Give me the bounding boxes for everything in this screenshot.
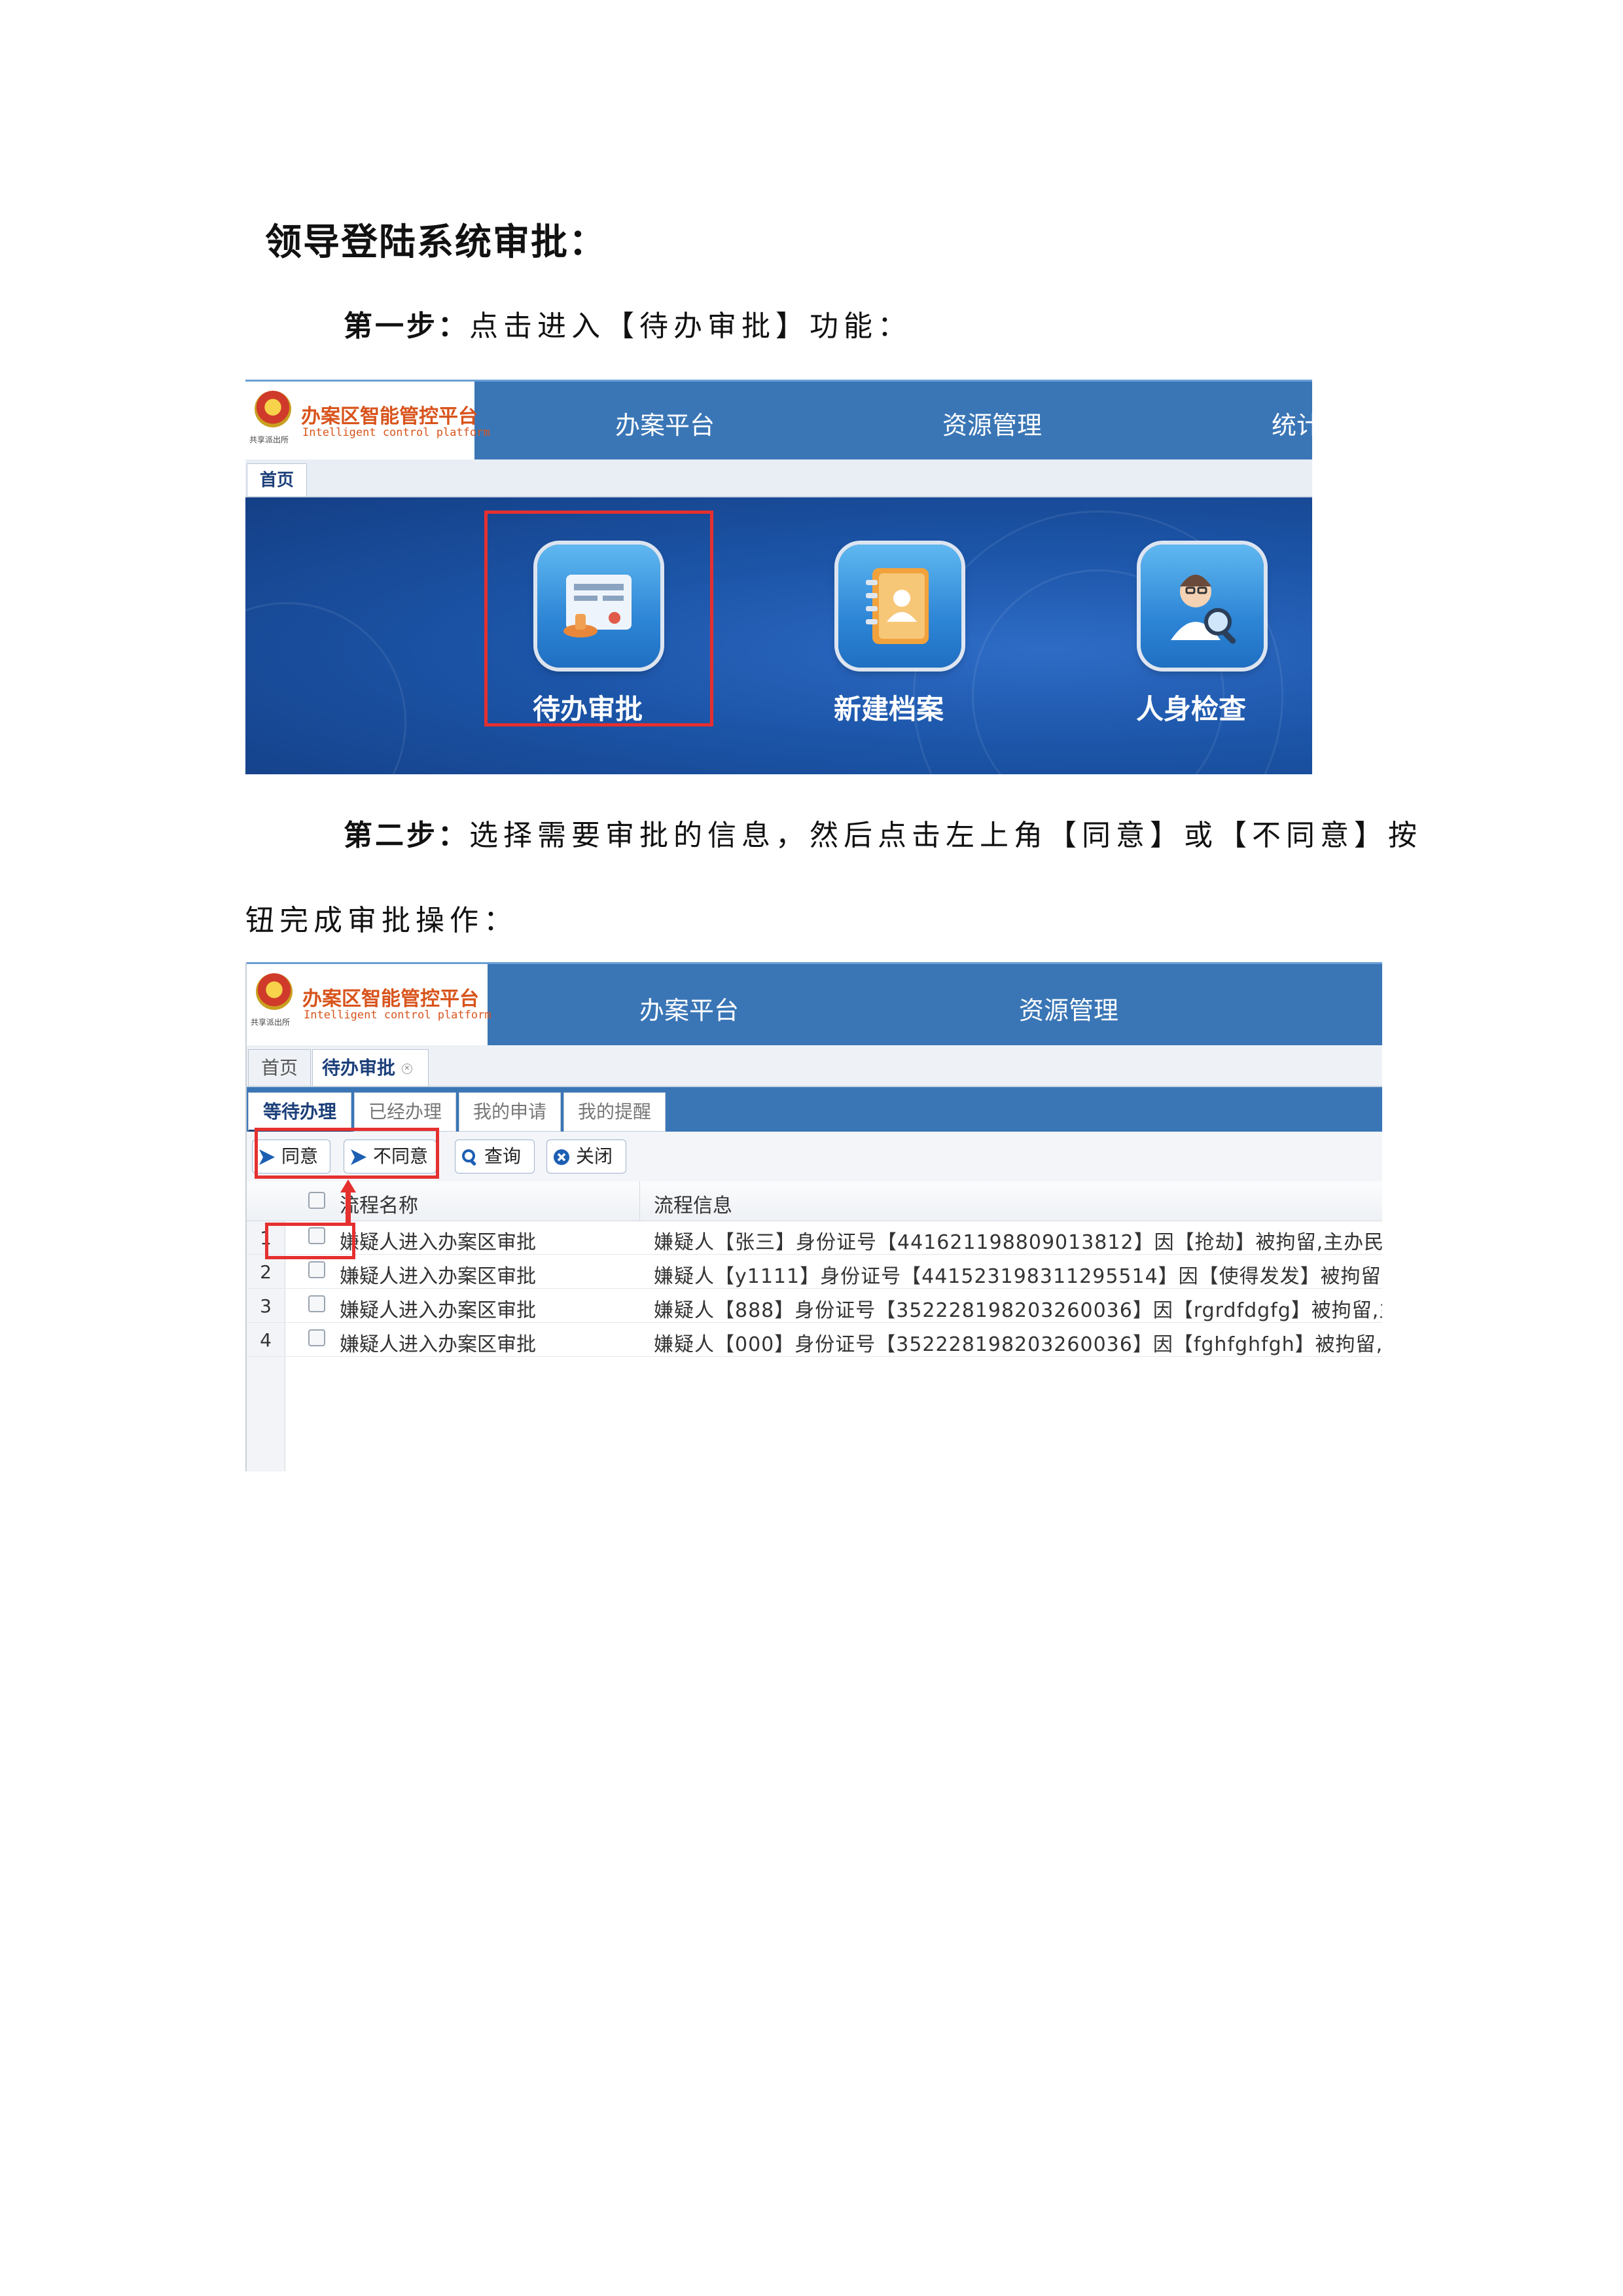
home-dashboard: 待办审批 新建档案 人身检查 — [245, 497, 1312, 774]
nav-resource-management[interactable]: 资源管理 — [942, 405, 1042, 441]
logo-subtitle: Intelligent control platform — [304, 1009, 491, 1022]
highlight-frame — [484, 511, 713, 726]
close-label: 关闭 — [576, 1145, 613, 1167]
screenshot-home: 共享派出所 办案区智能管控平台 Intelligent control plat… — [245, 380, 1312, 774]
step1-prefix: 第一步： — [344, 310, 469, 343]
emblem-caption: 共享派出所 — [249, 435, 289, 444]
screenshot-approval-list: 共享派出所 办案区智能管控平台 Intelligent control plat… — [245, 962, 1382, 1471]
background-seal-decoration — [245, 602, 406, 774]
tab-home[interactable]: 首页 — [247, 463, 307, 496]
row-number: 3 — [260, 1295, 272, 1317]
tab-bar: 首页 — [245, 459, 1312, 497]
app-header: 共享派出所 办案区智能管控平台 Intelligent control plat… — [245, 380, 1312, 460]
process-name-cell: 嫌疑人进入办案区审批 — [340, 1333, 536, 1356]
process-info-cell: 嫌疑人【000】身份证号【352228198203260036】因【fghfgh… — [654, 1333, 1382, 1356]
step2-paragraph-line1: 第二步：选择需要审批的信息，然后点击左上角【同意】或【不同意】按 — [344, 812, 1422, 853]
police-emblem-icon — [256, 973, 293, 1010]
table-row[interactable]: 3 嫌疑人进入办案区审批 嫌疑人【888】身份证号【35222819820326… — [247, 1289, 1382, 1323]
nav-case-platform[interactable]: 办案平台 — [615, 405, 715, 441]
step2-text-line1: 选择需要审批的信息，然后点击左上角【同意】或【不同意】按 — [469, 819, 1422, 852]
tab-pending-approval[interactable]: 待办审批 ✕ — [312, 1049, 429, 1086]
process-info-cell: 嫌疑人【y1111】身份证号【441523198311295514】因【使得发发… — [654, 1265, 1382, 1288]
select-all-checkbox[interactable] — [308, 1192, 325, 1209]
process-name-cell: 嫌疑人进入办案区审批 — [340, 1265, 536, 1288]
table-row[interactable]: 2 嫌疑人进入办案区审批 嫌疑人【y1111】身份证号【441523198311… — [247, 1255, 1382, 1289]
step2-text-line2: 钮完成审批操作： — [245, 904, 518, 937]
logo-subtitle: Intelligent control platform — [302, 426, 490, 439]
step1-text: 点击进入【待办审批】功能： — [469, 310, 912, 343]
row-number: 4 — [260, 1329, 272, 1351]
process-name-cell: 嫌疑人进入办案区审批 — [340, 1299, 536, 1322]
query-button[interactable]: 查询 — [455, 1139, 535, 1174]
person-search-icon — [1141, 545, 1264, 668]
address-book-icon — [838, 545, 961, 668]
subtab-done[interactable]: 已经办理 — [354, 1092, 456, 1132]
tile-label: 人身检查 — [1135, 693, 1246, 725]
search-icon — [462, 1149, 476, 1166]
column-divider — [639, 1181, 640, 1221]
table-row[interactable]: 1 嫌疑人进入办案区审批 嫌疑人【张三】身份证号【441621198809013… — [247, 1221, 1382, 1255]
close-button[interactable]: 关闭 — [546, 1139, 626, 1174]
subtab-my-requests[interactable]: 我的申请 — [459, 1092, 561, 1132]
nav-statistics[interactable]: 统计 — [1272, 405, 1312, 441]
tab-home[interactable]: 首页 — [248, 1049, 311, 1086]
row-number: 2 — [260, 1261, 272, 1283]
nav-case-platform[interactable]: 办案平台 — [639, 990, 739, 1026]
approval-grid: 流程名称 流程信息 1 嫌疑人进入办案区审批 嫌疑人【张三】身份证号【44162… — [247, 1181, 1382, 1471]
app-logo: 共享派出所 办案区智能管控平台 Intelligent control plat… — [247, 964, 491, 1046]
logo-title: 办案区智能管控平台 — [302, 988, 479, 1011]
page-heading: 领导登陆系统审批： — [265, 221, 607, 264]
highlight-frame-buttons — [255, 1128, 439, 1179]
police-emblem-icon — [255, 391, 291, 427]
highlight-frame-checkbox — [265, 1223, 355, 1259]
tile-new-file[interactable]: 新建档案 — [781, 517, 997, 726]
app-header: 共享派出所 办案区智能管控平台 Intelligent control plat… — [247, 962, 1382, 1046]
tab-bar: 首页 待办审批 ✕ — [247, 1045, 1382, 1087]
subtab-waiting[interactable]: 等待办理 — [248, 1092, 351, 1132]
close-icon[interactable]: ✕ — [401, 1064, 412, 1074]
close-circle-icon — [554, 1149, 569, 1165]
column-process-info[interactable]: 流程信息 — [654, 1189, 732, 1218]
grid-header: 流程名称 流程信息 — [247, 1181, 1382, 1221]
query-label: 查询 — [484, 1145, 522, 1167]
process-name-cell: 嫌疑人进入办案区审批 — [340, 1231, 536, 1254]
logo-title: 办案区智能管控平台 — [301, 405, 478, 428]
tile-label: 新建档案 — [833, 693, 944, 725]
process-info-cell: 嫌疑人【888】身份证号【352228198203260036】因【rgrdfd… — [654, 1299, 1382, 1322]
emblem-caption: 共享派出所 — [251, 1018, 291, 1027]
subtab-bar: 等待办理 已经办理 我的申请 我的提醒 — [247, 1087, 1382, 1132]
row-checkbox[interactable] — [308, 1329, 325, 1346]
step2-prefix: 第二步： — [344, 819, 469, 852]
up-arrow-icon — [340, 1179, 356, 1223]
table-row[interactable]: 4 嫌疑人进入办案区审批 嫌疑人【000】身份证号【35222819820326… — [247, 1323, 1382, 1357]
tab-label: 待办审批 — [322, 1057, 396, 1079]
app-logo: 共享派出所 办案区智能管控平台 Intelligent control plat… — [245, 382, 490, 460]
subtab-my-reminders[interactable]: 我的提醒 — [563, 1092, 666, 1132]
step1-paragraph: 第一步：点击进入【待办审批】功能： — [344, 302, 912, 344]
nav-resource-management[interactable]: 资源管理 — [1019, 990, 1118, 1026]
row-checkbox[interactable] — [308, 1261, 325, 1278]
process-info-cell: 嫌疑人【张三】身份证号【441621198809013812】因【抢劫】被拘留,… — [654, 1231, 1382, 1254]
row-checkbox[interactable] — [308, 1295, 325, 1312]
tile-body-inspection[interactable]: 人身检查 — [1083, 517, 1299, 726]
